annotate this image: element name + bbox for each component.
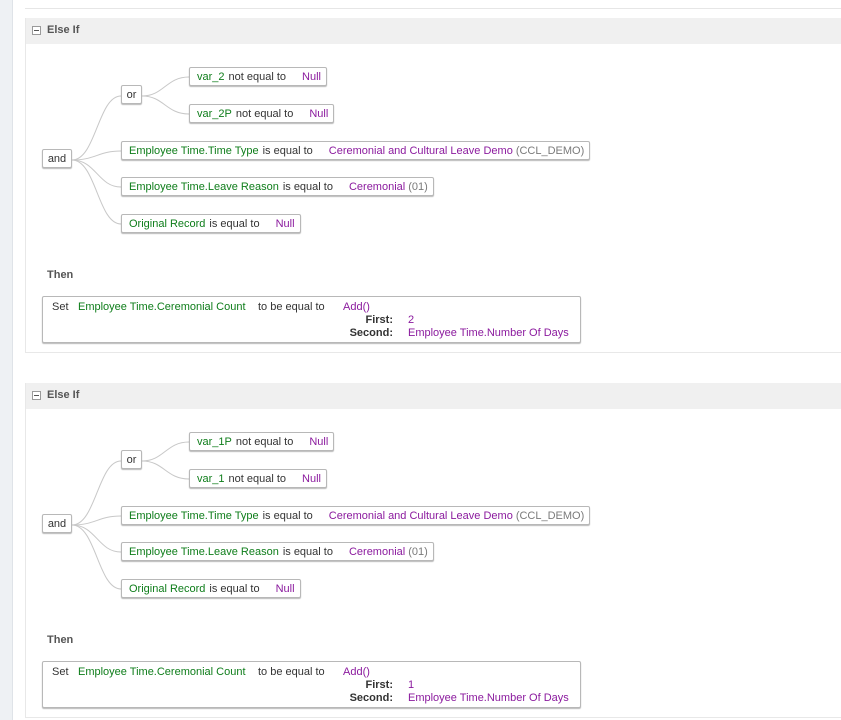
param-label-first: First: [365, 314, 394, 326]
condition-field: Employee Time.Leave Reason [129, 181, 279, 193]
else-if-block-1: Else If and or var_2 not equal to Null var… [25, 18, 841, 353]
condition-field: Original Record [129, 583, 206, 595]
param-value-first: 2 [408, 314, 415, 326]
condition-value: Ceremonial [348, 546, 406, 558]
set-action-box[interactable]: Set Employee Time.Ceremonial Count to be… [42, 296, 581, 343]
condition-operator: is equal to [209, 583, 260, 595]
condition-field: Employee Time.Leave Reason [129, 546, 279, 558]
condition-operator: not equal to [235, 108, 294, 120]
set-target-field: Employee Time.Ceremonial Count [78, 301, 246, 313]
condition-node[interactable]: Employee Time.Time Type is equal to Ceremo… [121, 506, 591, 525]
top-divider [25, 8, 841, 9]
condition-operator: not equal to [228, 473, 287, 485]
or-operator-node[interactable]: or [121, 85, 142, 104]
condition-value: Null [302, 473, 321, 485]
condition-node[interactable]: var_2P not equal to Null [189, 104, 335, 123]
condition-operator: not equal to [235, 436, 294, 448]
condition-field: var_2 [197, 71, 225, 83]
param-label-second: Second: [349, 327, 393, 339]
set-operator: to be equal to [258, 301, 325, 313]
set-keyword: Set [52, 666, 69, 678]
condition-field: Employee Time.Time Type [129, 145, 259, 157]
condition-value-code: (CCL_DEMO) [515, 145, 585, 157]
condition-value-code: (01) [408, 181, 428, 193]
condition-field: Original Record [129, 218, 206, 230]
and-operator-node[interactable]: and [42, 149, 72, 168]
condition-operator: not equal to [228, 71, 287, 83]
set-keyword: Set [52, 301, 69, 313]
param-value-second: Employee Time.Number Of Days [408, 692, 569, 704]
condition-field: var_1 [197, 473, 225, 485]
set-operator: to be equal to [258, 666, 325, 678]
condition-operator: is equal to [262, 510, 313, 522]
condition-value: Null [309, 108, 329, 120]
set-function: Add() [343, 301, 370, 313]
condition-node[interactable]: Employee Time.Leave Reason is equal to Cer… [121, 542, 434, 561]
condition-operator: is equal to [282, 181, 333, 193]
condition-value-code: (CCL_DEMO) [515, 510, 585, 522]
condition-node[interactable]: Original Record is equal to Null [121, 214, 301, 233]
set-function: Add() [343, 666, 370, 678]
condition-node[interactable]: var_1 not equal to Null [189, 469, 327, 488]
condition-operator: is equal to [262, 145, 313, 157]
param-label-first: First: [365, 679, 394, 691]
condition-value: Null [275, 218, 295, 230]
condition-value-code: (01) [408, 546, 428, 558]
and-operator-node[interactable]: and [42, 514, 72, 533]
param-value-first: 1 [408, 679, 415, 691]
condition-operator: is equal to [209, 218, 260, 230]
condition-operator: is equal to [282, 546, 333, 558]
set-action-box[interactable]: Set Employee Time.Ceremonial Count to be… [42, 661, 581, 708]
condition-node[interactable]: var_1P not equal to Null [189, 432, 335, 451]
param-value-second: Employee Time.Number Of Days [408, 327, 569, 339]
condition-value: Null [309, 436, 329, 448]
param-label-second: Second: [349, 692, 393, 704]
condition-node[interactable]: Employee Time.Time Type is equal to Ceremo… [121, 141, 591, 160]
condition-node[interactable]: var_2 not equal to Null [189, 67, 327, 86]
condition-value: Null [275, 583, 295, 595]
condition-node[interactable]: Original Record is equal to Null [121, 579, 301, 598]
condition-node[interactable]: Employee Time.Leave Reason is equal to Cer… [121, 177, 434, 196]
then-label: Then [47, 269, 74, 281]
then-label: Then [47, 634, 74, 646]
condition-value: Ceremonial and Cultural Leave Demo [328, 510, 513, 522]
left-rail [0, 0, 13, 720]
condition-field: Employee Time.Time Type [129, 510, 259, 522]
condition-value: Ceremonial and Cultural Leave Demo [328, 145, 513, 157]
or-operator-node[interactable]: or [121, 450, 142, 469]
condition-value: Ceremonial [348, 181, 406, 193]
condition-field: var_1P [197, 436, 232, 448]
set-target-field: Employee Time.Ceremonial Count [78, 666, 246, 678]
condition-value: Null [302, 71, 321, 83]
condition-field: var_2P [197, 108, 232, 120]
else-if-block-2: Else If and or var_1P not equal to Null va… [25, 383, 841, 718]
